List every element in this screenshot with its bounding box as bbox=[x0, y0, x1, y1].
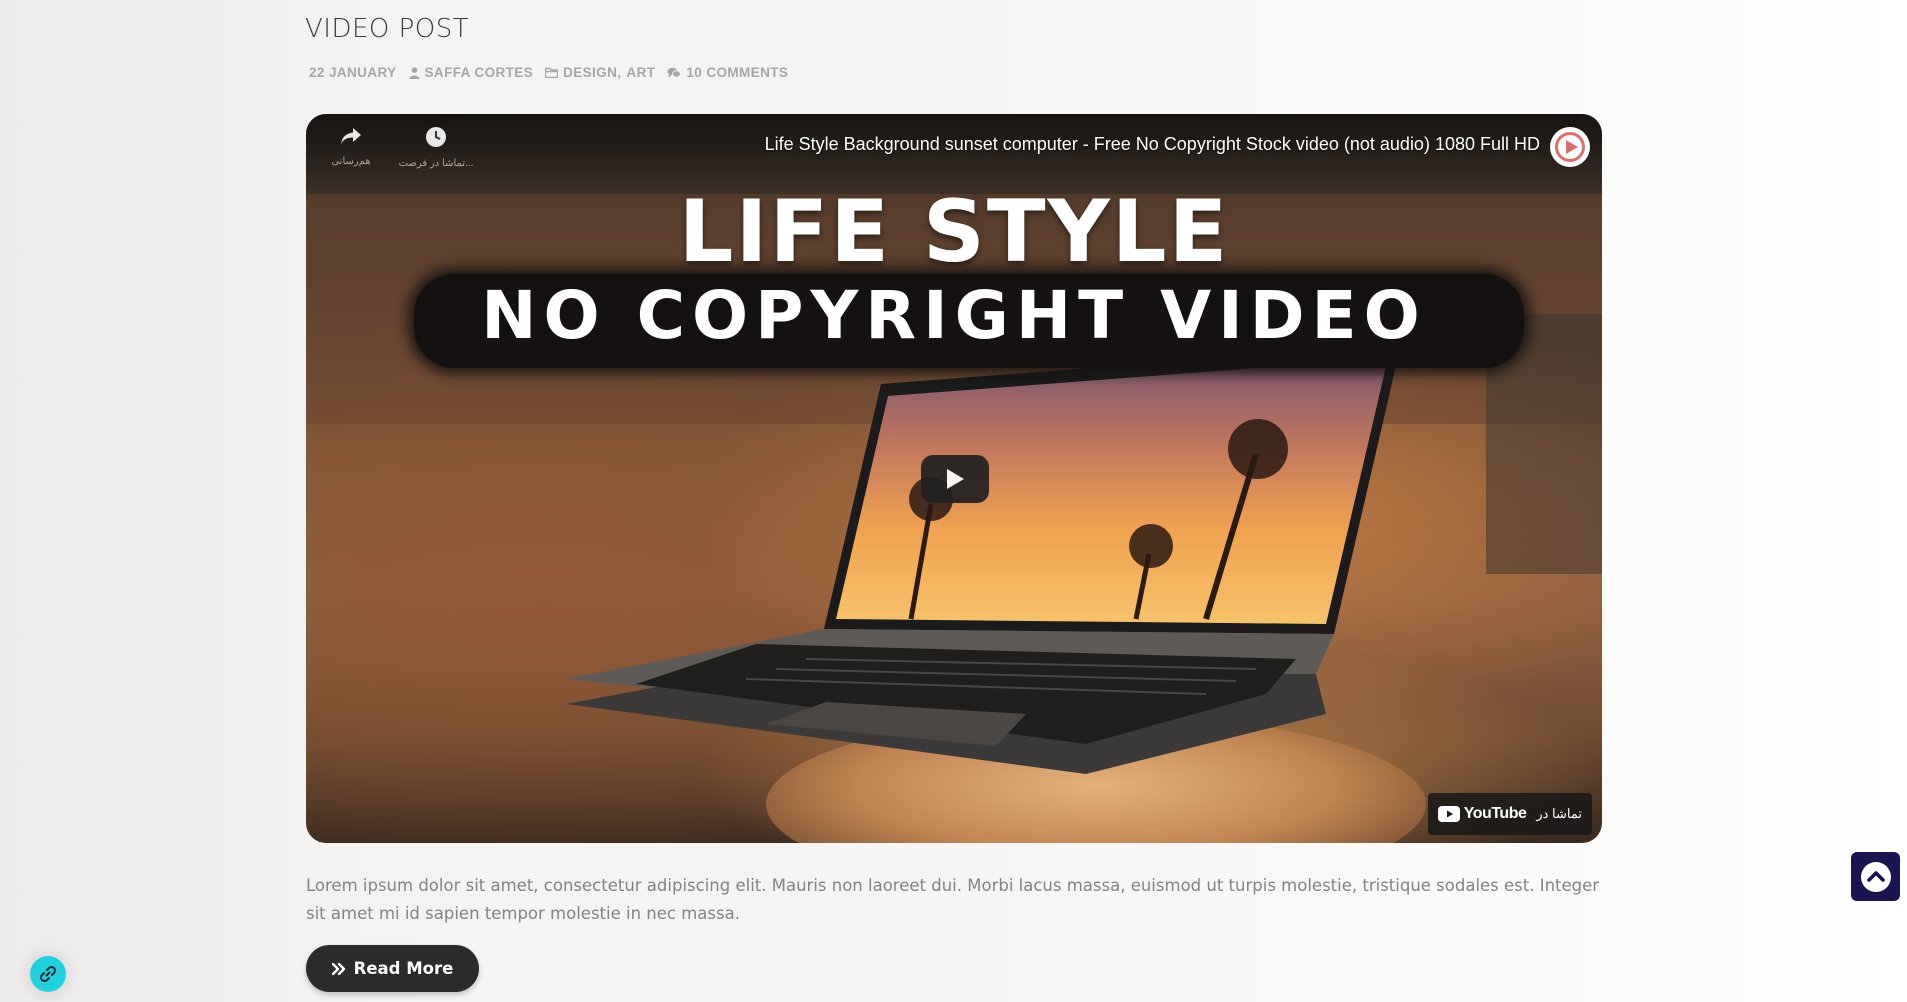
category-link-design[interactable]: DESIGN bbox=[563, 65, 617, 80]
user-icon bbox=[409, 66, 420, 79]
post-date: 22 JANUARY bbox=[309, 65, 397, 80]
watch-on-label: تماشا در bbox=[1536, 806, 1582, 821]
share-label: هم‌رسانی bbox=[331, 156, 371, 167]
double-chevron-right-icon bbox=[331, 962, 345, 975]
post-author[interactable]: SAFFA CORTES bbox=[409, 65, 534, 80]
scroll-to-top-button[interactable] bbox=[1851, 852, 1900, 901]
play-button[interactable] bbox=[921, 455, 989, 503]
folder-icon bbox=[545, 67, 559, 78]
comments-count[interactable]: 10 COMMENTS bbox=[686, 65, 788, 80]
link-float-button[interactable] bbox=[30, 956, 66, 992]
thumbnail-subheadline: NO COPYRIGHT VIDEO bbox=[481, 277, 1427, 354]
watch-later-label: تماشا در فرصت... bbox=[398, 158, 474, 169]
clock-icon bbox=[426, 127, 446, 147]
video-title[interactable]: Life Style Background sunset computer - … bbox=[765, 134, 1540, 155]
play-icon bbox=[947, 469, 964, 489]
channel-avatar[interactable] bbox=[1550, 127, 1590, 167]
post-meta: 22 JANUARY SAFFA CORTES DESIGN, ART 10 CO… bbox=[309, 65, 800, 80]
post-categories: DESIGN, ART bbox=[545, 65, 655, 80]
watch-later-control[interactable]: تماشا در فرصت... bbox=[396, 126, 476, 171]
post-title[interactable]: VIDEO POST bbox=[305, 14, 469, 44]
share-control[interactable]: هم‌رسانی bbox=[311, 126, 391, 169]
read-more-label: Read More bbox=[353, 959, 454, 978]
share-icon bbox=[341, 128, 361, 144]
channel-play-icon bbox=[1555, 132, 1585, 162]
youtube-embed[interactable]: LIFE STYLE NO COPYRIGHT VIDEO هم‌رسانی ت… bbox=[306, 114, 1602, 843]
post-comments[interactable]: 10 COMMENTS bbox=[667, 65, 788, 80]
comments-icon bbox=[667, 67, 682, 78]
author-name[interactable]: SAFFA CORTES bbox=[425, 65, 534, 80]
link-icon bbox=[39, 965, 57, 983]
post-excerpt: Lorem ipsum dolor sit amet, consectetur … bbox=[306, 876, 1600, 923]
watch-on-youtube[interactable]: YouTube تماشا در bbox=[1427, 793, 1592, 835]
read-more-button[interactable]: Read More bbox=[306, 945, 479, 992]
chevron-up-circle-icon bbox=[1860, 861, 1891, 892]
category-link-art[interactable]: ART bbox=[626, 65, 655, 80]
youtube-icon bbox=[1437, 806, 1460, 822]
youtube-wordmark: YouTube bbox=[1463, 805, 1527, 822]
thumbnail-headline: LIFE STYLE bbox=[678, 182, 1230, 282]
category-separator: , bbox=[617, 65, 622, 80]
